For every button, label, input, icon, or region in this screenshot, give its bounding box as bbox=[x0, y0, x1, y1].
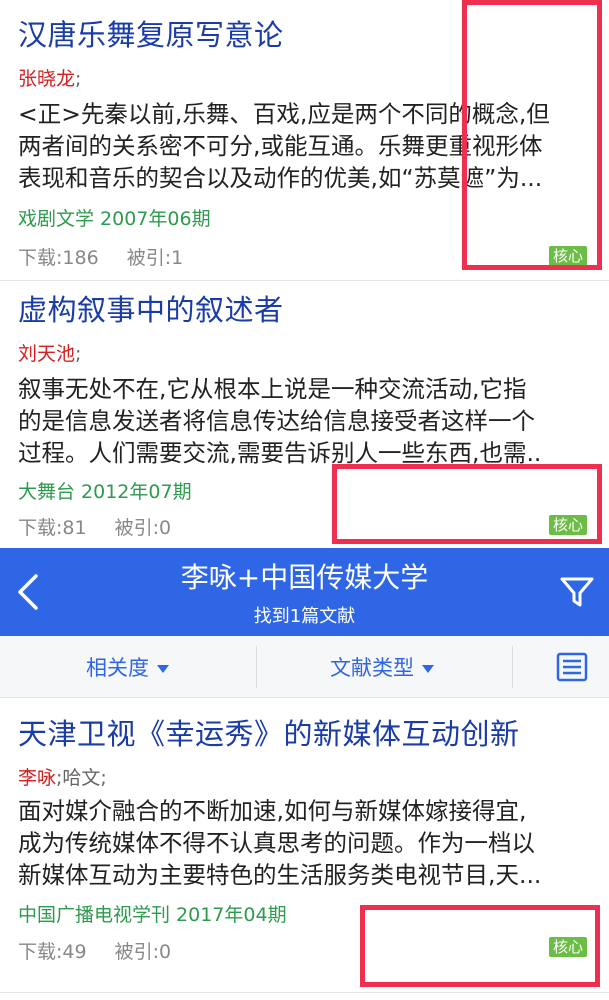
article-authors: 张晓龙; bbox=[18, 64, 81, 91]
abstract-line: 面对媒介融合的不断加速,如何与新媒体嫁接得宜, bbox=[18, 797, 527, 825]
author-separator: ; bbox=[75, 68, 82, 90]
article-stats: 下载:81 被引:0 bbox=[18, 513, 193, 540]
abstract-line: <正>先秦以前,乐舞、百戏,应是两个不同的概念,但 bbox=[18, 100, 550, 128]
author-link[interactable]: 刘天池 bbox=[18, 343, 75, 365]
list-view-icon bbox=[556, 652, 588, 682]
abstract-line: 两者间的关系密不可分,或能互通。乐舞更重视形体 bbox=[18, 132, 543, 160]
author-list[interactable]: 哈文; bbox=[62, 767, 106, 789]
sort-relevance-label: 相关度 bbox=[86, 656, 149, 680]
core-journal-badge: 核心 bbox=[548, 515, 587, 535]
article-card[interactable]: 汉唐乐舞复原写意论 张晓龙; <正>先秦以前,乐舞、百戏,应是两个不同的概念,但… bbox=[0, 0, 609, 280]
article-card[interactable]: 天津卫视《幸运秀》的新媒体互动创新 李咏;哈文; 面对媒介融合的不断加速,如何与… bbox=[0, 699, 609, 989]
article-abstract: 叙事无处不在,它从根本上说是一种交流活动,它指 的是信息发送者将信息传达给信息接… bbox=[18, 373, 598, 469]
abstract-line: 的是信息发送者将信息传达给信息接受者这样一个 bbox=[18, 407, 535, 435]
article-card[interactable]: 虚构叙事中的叙述者 刘天池; 叙事无处不在,它从根本上说是一种交流活动,它指 的… bbox=[0, 281, 609, 547]
document-type-label: 文献类型 bbox=[330, 656, 414, 680]
abstract-line: 过程。人们需要交流,需要告诉别人一些东西,也需.. bbox=[18, 439, 542, 467]
article-title[interactable]: 虚构叙事中的叙述者 bbox=[18, 287, 284, 329]
author-link[interactable]: 张晓龙 bbox=[18, 68, 75, 90]
abstract-line: 表现和音乐的契合以及动作的优美,如“苏莫遮”为... bbox=[18, 164, 543, 192]
citation-count: 被引:0 bbox=[114, 517, 172, 539]
article-title[interactable]: 天津卫视《幸运秀》的新媒体互动创新 bbox=[18, 711, 520, 753]
funnel-icon bbox=[560, 577, 594, 607]
download-count: 下载:81 bbox=[18, 517, 87, 539]
search-header: 李咏+中国传媒大学 找到1篇文献 bbox=[0, 548, 609, 636]
article-authors: 刘天池; bbox=[18, 339, 81, 366]
download-count: 下载:49 bbox=[18, 941, 87, 963]
journal-link[interactable]: 中国广播电视学刊 2017年04期 bbox=[18, 900, 287, 927]
abstract-line: 成为传统媒体不得不认真思考的问题。作为一档以 bbox=[18, 829, 535, 857]
download-count: 下载:186 bbox=[18, 247, 99, 269]
sort-relevance-dropdown[interactable]: 相关度 bbox=[86, 652, 169, 682]
caret-down-icon bbox=[422, 665, 434, 673]
result-count: 找到1篇文献 bbox=[253, 606, 356, 627]
core-journal-badge: 核心 bbox=[548, 246, 587, 266]
divider bbox=[0, 992, 609, 993]
toolbar-divider bbox=[512, 646, 513, 688]
article-stats: 下载:186 被引:1 bbox=[18, 243, 205, 270]
toolbar-divider bbox=[256, 646, 257, 688]
document-type-dropdown[interactable]: 文献类型 bbox=[330, 652, 434, 682]
core-journal-badge: 核心 bbox=[548, 937, 587, 957]
article-abstract: <正>先秦以前,乐舞、百戏,应是两个不同的概念,但 两者间的关系密不可分,或能互… bbox=[18, 98, 598, 194]
sort-toolbar: 相关度 文献类型 bbox=[0, 636, 609, 698]
article-abstract: 面对媒介融合的不断加速,如何与新媒体嫁接得宜, 成为传统媒体不得不认真思考的问题… bbox=[18, 795, 598, 891]
author-link[interactable]: 李咏 bbox=[18, 767, 56, 789]
article-title[interactable]: 汉唐乐舞复原写意论 bbox=[18, 12, 284, 54]
abstract-line: 叙事无处不在,它从根本上说是一种交流活动,它指 bbox=[18, 375, 527, 403]
citation-count: 被引:1 bbox=[126, 247, 184, 269]
article-authors: 李咏;哈文; bbox=[18, 763, 107, 790]
abstract-line: 新媒体互动为主要特色的生活服务类电视节目,天... bbox=[18, 861, 542, 889]
search-query-title: 李咏+中国传媒大学 bbox=[180, 561, 429, 594]
citation-count: 被引:0 bbox=[114, 941, 172, 963]
article-stats: 下载:49 被引:0 bbox=[18, 937, 193, 964]
journal-link[interactable]: 大舞台 2012年07期 bbox=[18, 477, 192, 504]
author-separator: ; bbox=[75, 343, 82, 365]
list-view-button[interactable] bbox=[555, 650, 589, 684]
caret-down-icon bbox=[157, 665, 169, 673]
filter-button[interactable] bbox=[557, 574, 597, 610]
journal-link[interactable]: 戏剧文学 2007年06期 bbox=[18, 204, 211, 231]
